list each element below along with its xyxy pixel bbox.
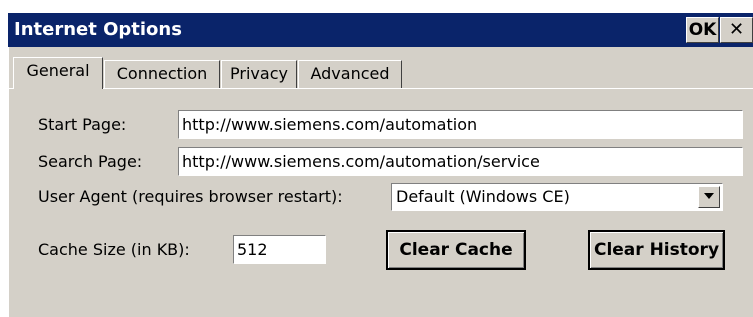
- tab-privacy[interactable]: Privacy: [221, 60, 297, 88]
- internet-options-window: Internet Options OK ✕ General Connection…: [8, 13, 753, 317]
- start-page-label: Start Page:: [38, 115, 127, 134]
- ok-button[interactable]: OK: [686, 17, 719, 43]
- start-page-input[interactable]: [178, 110, 743, 139]
- search-page-label: Search Page:: [38, 152, 143, 171]
- general-tab-panel: Start Page: Search Page: User Agent (req…: [8, 88, 753, 317]
- close-button[interactable]: ✕: [720, 17, 753, 43]
- user-agent-select[interactable]: Default (Windows CE): [391, 183, 723, 211]
- chevron-down-icon[interactable]: [698, 186, 720, 208]
- clear-history-button[interactable]: Clear History: [588, 230, 725, 270]
- search-page-input[interactable]: [178, 147, 743, 176]
- clear-cache-button[interactable]: Clear Cache: [386, 230, 526, 270]
- tab-advanced[interactable]: Advanced: [298, 60, 402, 88]
- cache-size-input[interactable]: [233, 235, 326, 264]
- tab-general[interactable]: General: [13, 57, 103, 89]
- tab-control: General Connection Privacy Advanced Star…: [8, 47, 753, 317]
- tab-connection[interactable]: Connection: [104, 60, 220, 88]
- user-agent-label: User Agent (requires browser restart):: [38, 187, 343, 206]
- window-title: Internet Options: [14, 19, 182, 40]
- user-agent-value: Default (Windows CE): [396, 187, 570, 206]
- title-bar: Internet Options OK ✕: [8, 13, 753, 47]
- cache-size-label: Cache Size (in KB):: [38, 240, 190, 259]
